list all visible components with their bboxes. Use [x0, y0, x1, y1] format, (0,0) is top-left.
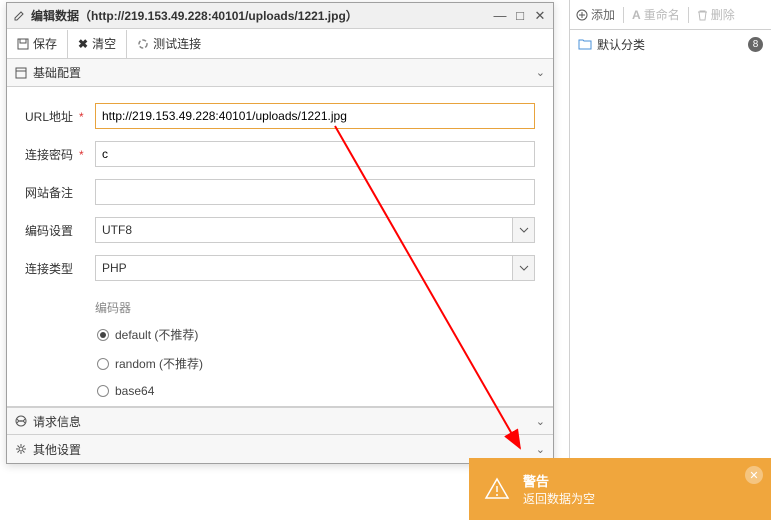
clear-icon: ✖: [78, 37, 88, 51]
section-request-label: 请求信息: [33, 413, 81, 430]
radio-icon: [97, 385, 109, 397]
url-label: URL地址*: [25, 108, 95, 125]
radio-icon: [97, 329, 109, 341]
password-label: 连接密码*: [25, 146, 95, 163]
password-input[interactable]: [95, 141, 535, 167]
encoding-label: 编码设置: [25, 222, 95, 239]
test-label: 测试连接: [153, 35, 201, 52]
category-label: 默认分类: [597, 36, 645, 53]
add-label: 添加: [591, 6, 615, 23]
add-button[interactable]: 添加: [576, 6, 615, 23]
url-input[interactable]: [95, 103, 535, 129]
type-label: 连接类型: [25, 260, 95, 277]
chevron-down-icon: ⌄: [536, 415, 545, 428]
dialog-titlebar[interactable]: 编辑数据（http://219.153.49.228:40101/uploads…: [7, 3, 553, 29]
save-label: 保存: [33, 35, 57, 52]
section-request-header[interactable]: 请求信息 ⌄: [7, 407, 553, 435]
encoder-group-label: 编码器: [95, 299, 535, 316]
maximize-button[interactable]: □: [513, 8, 527, 23]
delete-label: 删除: [711, 6, 735, 23]
delete-button[interactable]: 删除: [697, 6, 735, 23]
rename-icon: A: [632, 8, 641, 22]
encoder-base64-label: base64: [115, 384, 154, 398]
rename-label: 重命名: [644, 6, 680, 23]
encoder-option-random[interactable]: random (不推荐): [97, 355, 535, 372]
dialog-title: 编辑数据（http://219.153.49.228:40101/uploads…: [31, 7, 358, 24]
section-basic-body: URL地址* 连接密码* 网站备注 编码设置 UTF8 连接类型 PHP: [7, 87, 553, 407]
minimize-button[interactable]: —: [493, 8, 507, 23]
toast-title: 警告: [523, 471, 757, 490]
section-basic-header[interactable]: 基础配置 ⌄: [7, 59, 553, 87]
type-select[interactable]: PHP: [95, 255, 535, 281]
folder-icon: [578, 38, 592, 50]
chevron-down-icon: ⌄: [536, 443, 545, 456]
toast-message: 返回数据为空: [523, 490, 757, 507]
close-button[interactable]: ✕: [533, 8, 547, 24]
dialog-toolbar: 保存 ✖ 清空 测试连接: [7, 29, 553, 59]
category-toolbar: 添加 A 重命名 删除: [570, 0, 771, 30]
remark-label: 网站备注: [25, 184, 95, 201]
request-icon: [15, 415, 27, 427]
rename-button[interactable]: A 重命名: [632, 6, 680, 23]
remark-input[interactable]: [95, 179, 535, 205]
encoding-value: UTF8: [102, 223, 132, 237]
warning-icon: [483, 475, 511, 503]
category-row-default[interactable]: 默认分类 8: [570, 30, 771, 58]
encoding-select[interactable]: UTF8: [95, 217, 535, 243]
radio-icon: [97, 358, 109, 370]
clear-label: 清空: [92, 35, 116, 52]
chevron-down-icon: [512, 218, 534, 242]
category-panel: 添加 A 重命名 删除 默认分类 8: [569, 0, 771, 520]
spinner-icon: [137, 38, 149, 50]
encoder-option-base64[interactable]: base64: [97, 384, 535, 398]
config-icon: [15, 67, 27, 79]
encoder-random-label: random (不推荐): [115, 355, 203, 372]
save-icon: [17, 38, 29, 50]
chevron-down-icon: ⌄: [536, 66, 545, 79]
edit-data-dialog: 编辑数据（http://219.153.49.228:40101/uploads…: [6, 2, 554, 464]
test-connection-button[interactable]: 测试连接: [127, 30, 211, 58]
section-other-label: 其他设置: [33, 441, 81, 458]
section-basic-label: 基础配置: [33, 64, 81, 81]
toolbar-separator: [623, 7, 624, 23]
encoder-option-default[interactable]: default (不推荐): [97, 326, 535, 343]
count-badge: 8: [748, 37, 763, 52]
edit-icon: [13, 9, 26, 22]
trash-icon: [697, 9, 708, 21]
chevron-down-icon: [512, 256, 534, 280]
save-button[interactable]: 保存: [7, 30, 68, 58]
plus-icon: [576, 9, 588, 21]
toolbar-separator: [688, 7, 689, 23]
type-value: PHP: [102, 261, 127, 275]
warning-toast: 警告 返回数据为空 ✕: [469, 458, 771, 520]
clear-button[interactable]: ✖ 清空: [68, 30, 127, 58]
gear-icon: [15, 443, 27, 455]
encoder-default-label: default (不推荐): [115, 326, 198, 343]
toast-close-button[interactable]: ✕: [745, 466, 763, 484]
